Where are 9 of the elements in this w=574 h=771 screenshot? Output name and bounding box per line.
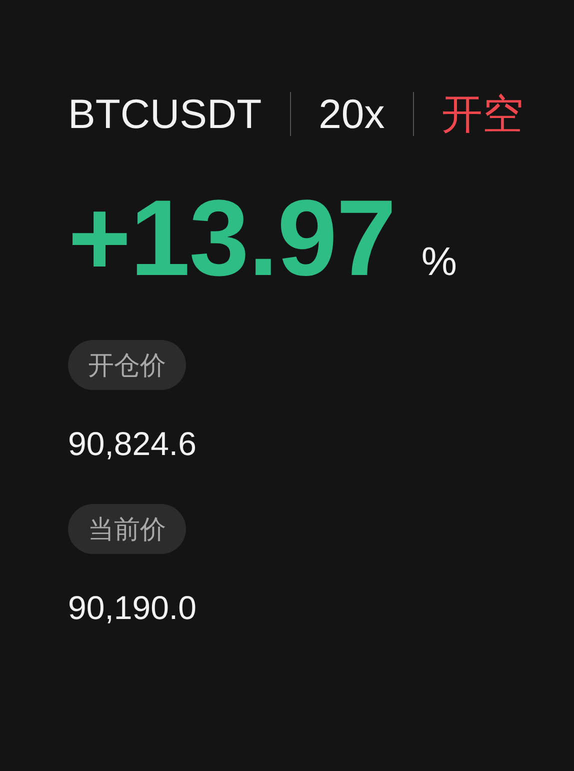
symbol-label: BTCUSDT bbox=[68, 90, 262, 139]
position-side-label: 开空 bbox=[442, 90, 524, 139]
pnl-percentage: +13.97 bbox=[68, 178, 396, 298]
percent-unit: % bbox=[421, 240, 457, 285]
price-label-tag: 开仓价 bbox=[68, 340, 186, 390]
leverage-label: 20x bbox=[318, 90, 385, 139]
price-label-tag: 当前价 bbox=[68, 504, 186, 554]
price-value: 90,190.0 bbox=[68, 588, 198, 628]
price-value: 90,824.6 bbox=[68, 424, 198, 464]
